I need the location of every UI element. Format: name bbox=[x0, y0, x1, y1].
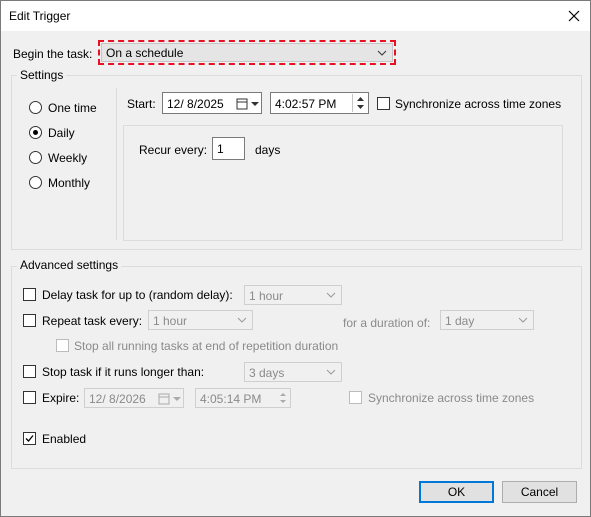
stop-task-longer-value: 3 days bbox=[249, 366, 285, 380]
edit-trigger-dialog: Edit Trigger Begin the task: On a schedu… bbox=[0, 0, 591, 517]
chevron-down-icon bbox=[326, 292, 336, 298]
advanced-settings-legend: Advanced settings bbox=[17, 258, 122, 272]
radio-monthly-label[interactable]: Monthly bbox=[48, 176, 90, 190]
expire-date-picker[interactable]: 12/ 8/2026 bbox=[84, 388, 184, 408]
stop-all-tasks-checkbox[interactable] bbox=[56, 339, 69, 352]
radio-daily-label[interactable]: Daily bbox=[48, 126, 75, 140]
start-label: Start: bbox=[127, 97, 156, 111]
repeat-task-value: 1 hour bbox=[153, 314, 188, 328]
delay-task-dropdown[interactable]: 1 hour bbox=[244, 285, 342, 305]
recur-unit-label: days bbox=[255, 143, 281, 157]
expire-sync-timezones-label[interactable]: Synchronize across time zones bbox=[368, 391, 534, 405]
window-title: Edit Trigger bbox=[9, 9, 71, 23]
recur-every-value: 1 bbox=[217, 142, 224, 156]
chevron-down-icon bbox=[237, 317, 247, 323]
recur-every-label: Recur every: bbox=[139, 143, 208, 157]
title-bar: Edit Trigger bbox=[1, 1, 590, 31]
sync-timezones-checkbox[interactable] bbox=[377, 97, 390, 110]
stop-task-longer-checkbox[interactable] bbox=[23, 365, 36, 378]
expire-checkbox[interactable] bbox=[23, 391, 36, 404]
begin-task-value: On a schedule bbox=[106, 46, 184, 60]
ok-button[interactable]: OK bbox=[419, 481, 494, 503]
expire-time-value: 4:05:14 PM bbox=[200, 392, 262, 406]
begin-task-label: Begin the task: bbox=[13, 47, 93, 61]
chevron-down-icon bbox=[377, 50, 387, 56]
calendar-icon bbox=[236, 98, 259, 110]
chevron-down-icon bbox=[518, 317, 528, 323]
expire-time-spinner[interactable]: 4:05:14 PM bbox=[195, 388, 291, 408]
spin-up-down-icon bbox=[280, 393, 286, 403]
close-icon bbox=[568, 10, 580, 22]
duration-dropdown[interactable]: 1 day bbox=[440, 310, 534, 330]
radio-one-time-label[interactable]: One time bbox=[48, 101, 97, 115]
start-time-value: 4:02:57 PM bbox=[275, 97, 337, 111]
radio-daily[interactable] bbox=[29, 126, 42, 139]
duration-label: for a duration of: bbox=[343, 316, 431, 330]
begin-task-highlight: On a schedule bbox=[98, 40, 396, 65]
radio-monthly[interactable] bbox=[29, 176, 42, 189]
checkmark-icon bbox=[25, 435, 34, 442]
expire-label[interactable]: Expire: bbox=[42, 391, 79, 405]
begin-task-dropdown[interactable]: On a schedule bbox=[101, 43, 393, 62]
delay-task-checkbox[interactable] bbox=[23, 288, 36, 301]
radio-weekly[interactable] bbox=[29, 151, 42, 164]
repeat-task-dropdown[interactable]: 1 hour bbox=[148, 310, 253, 330]
start-time-spin-buttons[interactable] bbox=[352, 94, 368, 112]
spin-up-down-icon bbox=[357, 97, 364, 109]
cancel-button[interactable]: Cancel bbox=[502, 481, 577, 503]
delay-task-label[interactable]: Delay task for up to (random delay): bbox=[42, 288, 233, 302]
expire-date-value: 12/ 8/2026 bbox=[89, 392, 146, 406]
radio-weekly-label[interactable]: Weekly bbox=[48, 151, 87, 165]
recur-every-input[interactable]: 1 bbox=[212, 137, 245, 160]
sync-timezones-label[interactable]: Synchronize across time zones bbox=[395, 97, 561, 111]
radio-one-time[interactable] bbox=[29, 101, 42, 114]
calendar-icon bbox=[158, 393, 181, 405]
start-date-value: 12/ 8/2025 bbox=[167, 97, 224, 111]
repeat-task-checkbox[interactable] bbox=[23, 314, 36, 327]
duration-value: 1 day bbox=[445, 314, 475, 328]
start-date-picker[interactable]: 12/ 8/2025 bbox=[162, 92, 262, 114]
start-time-spinner[interactable]: 4:02:57 PM bbox=[270, 92, 369, 114]
stop-all-tasks-label[interactable]: Stop all running tasks at end of repetit… bbox=[74, 339, 338, 353]
chevron-down-icon bbox=[326, 369, 336, 375]
delay-task-value: 1 hour bbox=[249, 289, 284, 303]
expire-sync-timezones-checkbox[interactable] bbox=[349, 391, 362, 404]
settings-divider bbox=[116, 88, 117, 240]
close-button[interactable] bbox=[561, 5, 587, 27]
stop-task-longer-label[interactable]: Stop task if it runs longer than: bbox=[42, 365, 204, 379]
settings-legend: Settings bbox=[17, 68, 67, 82]
enabled-checkbox[interactable] bbox=[23, 432, 36, 445]
enabled-label[interactable]: Enabled bbox=[42, 432, 86, 446]
repeat-task-label[interactable]: Repeat task every: bbox=[42, 314, 142, 328]
stop-task-longer-dropdown[interactable]: 3 days bbox=[244, 362, 342, 382]
